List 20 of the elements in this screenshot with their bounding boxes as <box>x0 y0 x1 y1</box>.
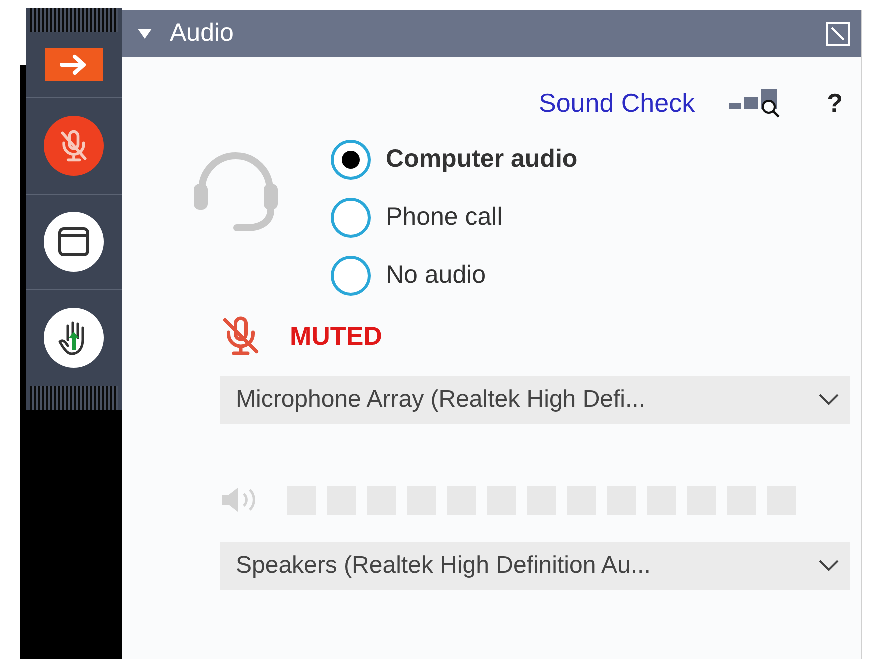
grip-stripe[interactable] <box>30 386 118 410</box>
panel-title: Audio <box>170 18 234 49</box>
mute-status: MUTED <box>290 320 382 352</box>
radio-label[interactable]: No audio <box>386 257 486 295</box>
radio-button[interactable] <box>331 256 371 296</box>
chevron-down-icon <box>818 393 840 407</box>
grip-stripe[interactable] <box>30 8 118 32</box>
microphone-select[interactable]: Microphone Array (Realtek High Defi... <box>220 376 850 424</box>
collapse-triangle-icon[interactable] <box>138 28 152 38</box>
radio-button[interactable] <box>331 198 371 238</box>
arrow-icon <box>59 54 89 76</box>
arrow-button[interactable] <box>45 48 103 81</box>
radio-label[interactable]: Phone call <box>386 199 503 237</box>
chevron-down-icon <box>818 559 840 573</box>
sound-check-link[interactable]: Sound Check <box>539 84 696 122</box>
radio-button[interactable] <box>331 140 371 180</box>
help-mark[interactable]: ? <box>827 84 843 122</box>
pop-out-icon[interactable] <box>825 20 851 46</box>
speaker-select[interactable]: Speakers (Realtek High Definition Au... <box>220 542 850 590</box>
radio-label[interactable]: Computer audio <box>386 141 578 179</box>
